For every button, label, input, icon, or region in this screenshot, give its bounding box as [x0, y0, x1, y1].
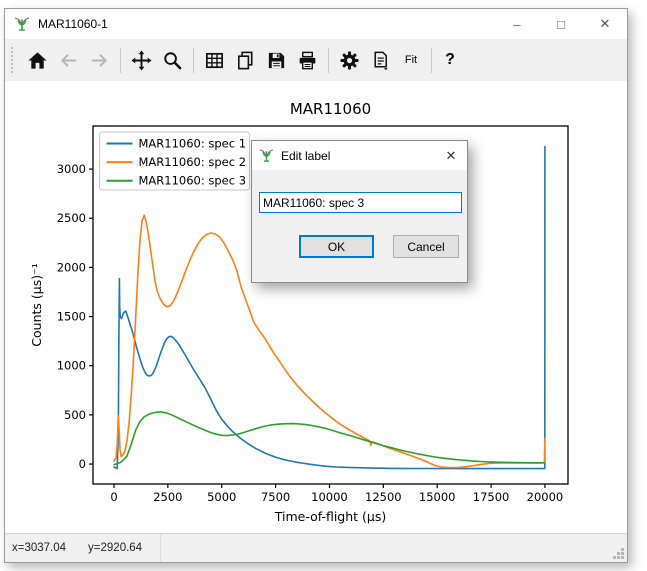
toolbar-separator [193, 48, 194, 73]
statusbar-separator [160, 534, 161, 562]
mantid-logo-icon [14, 16, 30, 32]
y-tick-label: 500 [64, 408, 86, 422]
toolbar-drag-handle[interactable] [11, 47, 16, 73]
x-axis-label[interactable]: Time-of-flight (μs) [274, 509, 387, 524]
x-tick-label: 0 [110, 490, 117, 504]
toolbar-separator [120, 48, 121, 73]
window-title: MAR11060-1 [38, 17, 108, 31]
grid-subplots-button[interactable] [199, 45, 230, 76]
y-tick-label: 3000 [57, 162, 86, 176]
dialog-title: Edit label [281, 149, 330, 163]
pan-button[interactable] [126, 45, 157, 76]
x-tick-label: 20000 [527, 490, 564, 504]
magnifier-icon [162, 50, 183, 71]
help-button[interactable]: ? [437, 45, 463, 76]
x-tick-label: 2500 [153, 490, 182, 504]
legend-entry-2[interactable]: MAR11060: spec 2 [139, 155, 247, 169]
label-text-input[interactable] [259, 192, 462, 213]
minimize-button[interactable]: – [495, 9, 539, 39]
y-tick-label: 1500 [57, 310, 86, 324]
dialog-titlebar[interactable]: Edit label ✕ [252, 141, 467, 170]
back-arrow-icon [58, 50, 79, 71]
copy-icon [235, 50, 256, 71]
home-icon [27, 50, 48, 71]
close-button[interactable]: ✕ [583, 9, 627, 39]
gear-icon [339, 50, 360, 71]
generate-script-button[interactable] [365, 45, 396, 76]
forward-button[interactable] [84, 45, 115, 76]
y-tick-label: 0 [79, 457, 86, 471]
series-line-3[interactable] [114, 412, 545, 465]
x-tick-label: 7500 [261, 490, 290, 504]
resize-grip[interactable] [612, 547, 625, 560]
cursor-x-readout: x=3037.04 [12, 542, 66, 554]
maximize-button[interactable]: □ [539, 9, 583, 39]
grid-icon [204, 50, 225, 71]
forward-arrow-icon [89, 50, 110, 71]
mantid-logo-icon [259, 148, 274, 163]
pan-icon [131, 50, 152, 71]
toolbar-separator [431, 48, 432, 73]
script-icon [370, 50, 391, 71]
x-tick-label: 12500 [365, 490, 402, 504]
cancel-button[interactable]: Cancel [393, 235, 459, 258]
plot-window: MAR11060-1 – □ ✕ [4, 8, 628, 563]
legend-entry-3[interactable]: MAR11060: spec 3 [139, 174, 247, 188]
plot-toolbar: Fit ? [5, 39, 627, 81]
legend-entry-1[interactable]: MAR11060: spec 1 [139, 137, 247, 151]
customize-button[interactable] [334, 45, 365, 76]
y-tick-label: 1000 [57, 359, 86, 373]
y-tick-label: 2000 [57, 260, 86, 274]
back-button[interactable] [53, 45, 84, 76]
edit-label-dialog: Edit label ✕ OK Cancel [251, 140, 468, 283]
x-tick-label: 10000 [311, 490, 348, 504]
chart-title[interactable]: MAR11060 [290, 100, 371, 118]
y-tick-label: 2500 [57, 211, 86, 225]
copy-button[interactable] [230, 45, 261, 76]
ok-button[interactable]: OK [299, 235, 374, 258]
print-icon [297, 50, 318, 71]
x-tick-label: 17500 [473, 490, 510, 504]
window-titlebar[interactable]: MAR11060-1 – □ ✕ [5, 9, 627, 39]
save-button[interactable] [261, 45, 292, 76]
fit-button[interactable]: Fit [396, 45, 426, 76]
print-button[interactable] [292, 45, 323, 76]
save-icon [266, 50, 287, 71]
x-tick-label: 15000 [419, 490, 456, 504]
home-button[interactable] [22, 45, 53, 76]
toolbar-separator [328, 48, 329, 73]
x-tick-label: 5000 [207, 490, 236, 504]
zoom-to-rect-button[interactable] [157, 45, 188, 76]
dialog-close-button[interactable]: ✕ [435, 141, 467, 170]
status-bar: x=3037.04 y=2920.64 [5, 533, 627, 562]
screenshot-page: MAR11060-1 – □ ✕ [0, 0, 647, 571]
cursor-y-readout: y=2920.64 [88, 542, 142, 554]
y-axis-label[interactable]: Counts (μs)⁻¹ [29, 263, 44, 346]
